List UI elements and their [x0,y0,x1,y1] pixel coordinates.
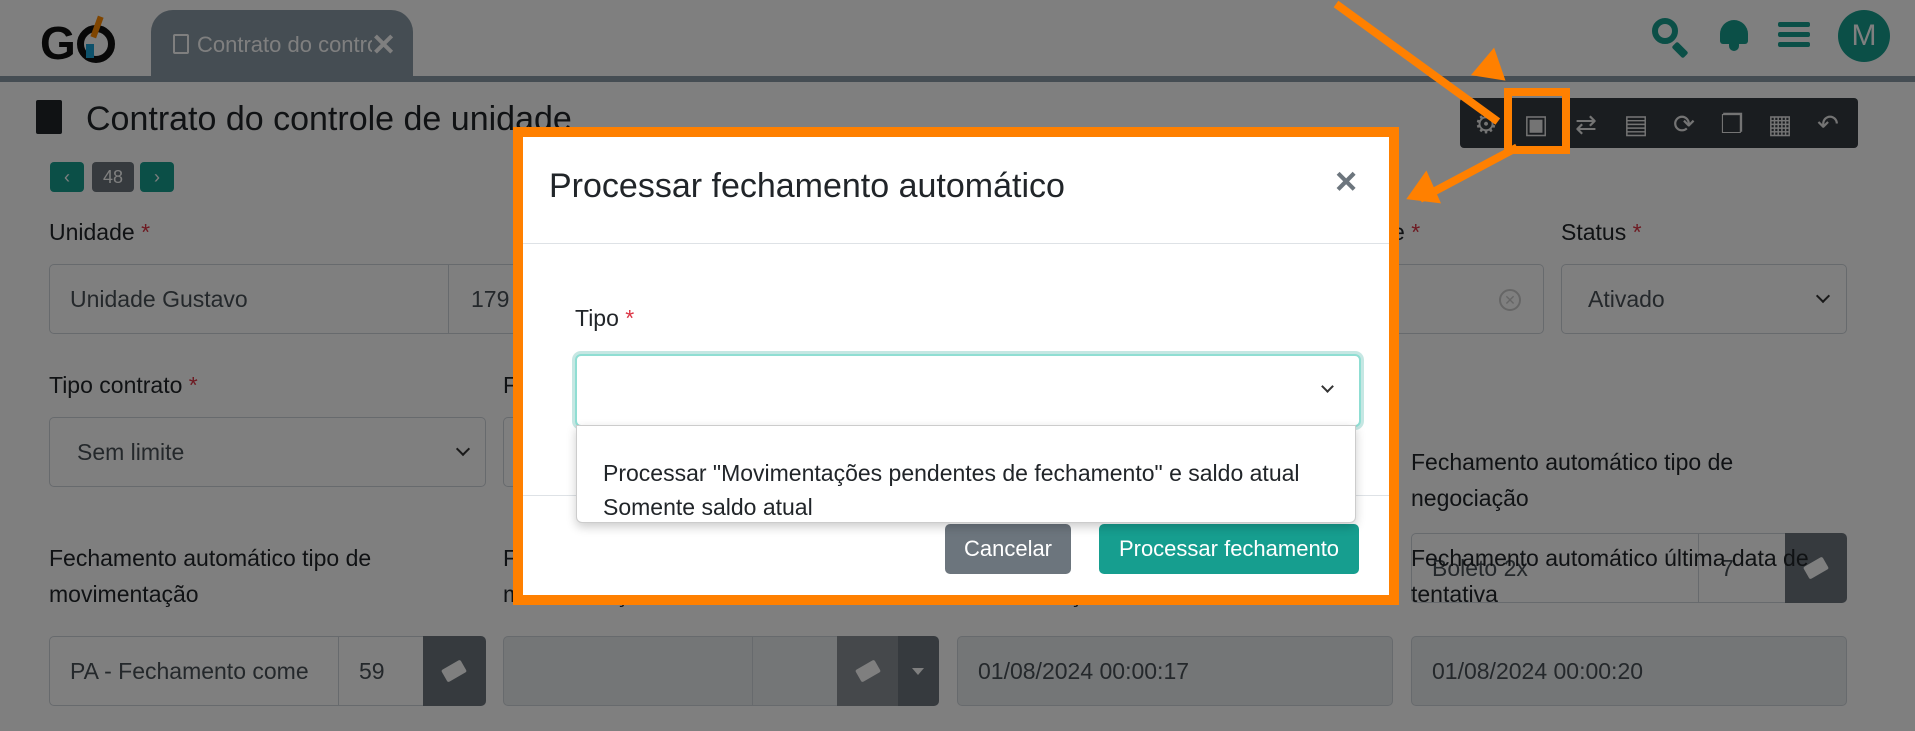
dropdown-option[interactable]: Processar "Movimentações pendentes de fe… [603,460,1300,487]
modal-header-divider [523,243,1389,244]
processar-fechamento-modal: Processar fechamento automático × Tipo *… [523,137,1389,595]
process-button[interactable]: Processar fechamento [1099,524,1359,574]
chevron-down-icon [1321,380,1334,393]
modal-close-icon[interactable]: × [1335,161,1357,204]
dropdown-option[interactable]: Somente saldo atual [603,494,813,521]
tipo-label: Tipo * [575,305,635,331]
modal-title: Processar fechamento automático [549,167,1065,205]
tipo-select[interactable] [575,354,1361,427]
cancel-button[interactable]: Cancelar [945,524,1071,574]
tipo-dropdown-list: Processar "Movimentações pendentes de fe… [576,425,1356,523]
